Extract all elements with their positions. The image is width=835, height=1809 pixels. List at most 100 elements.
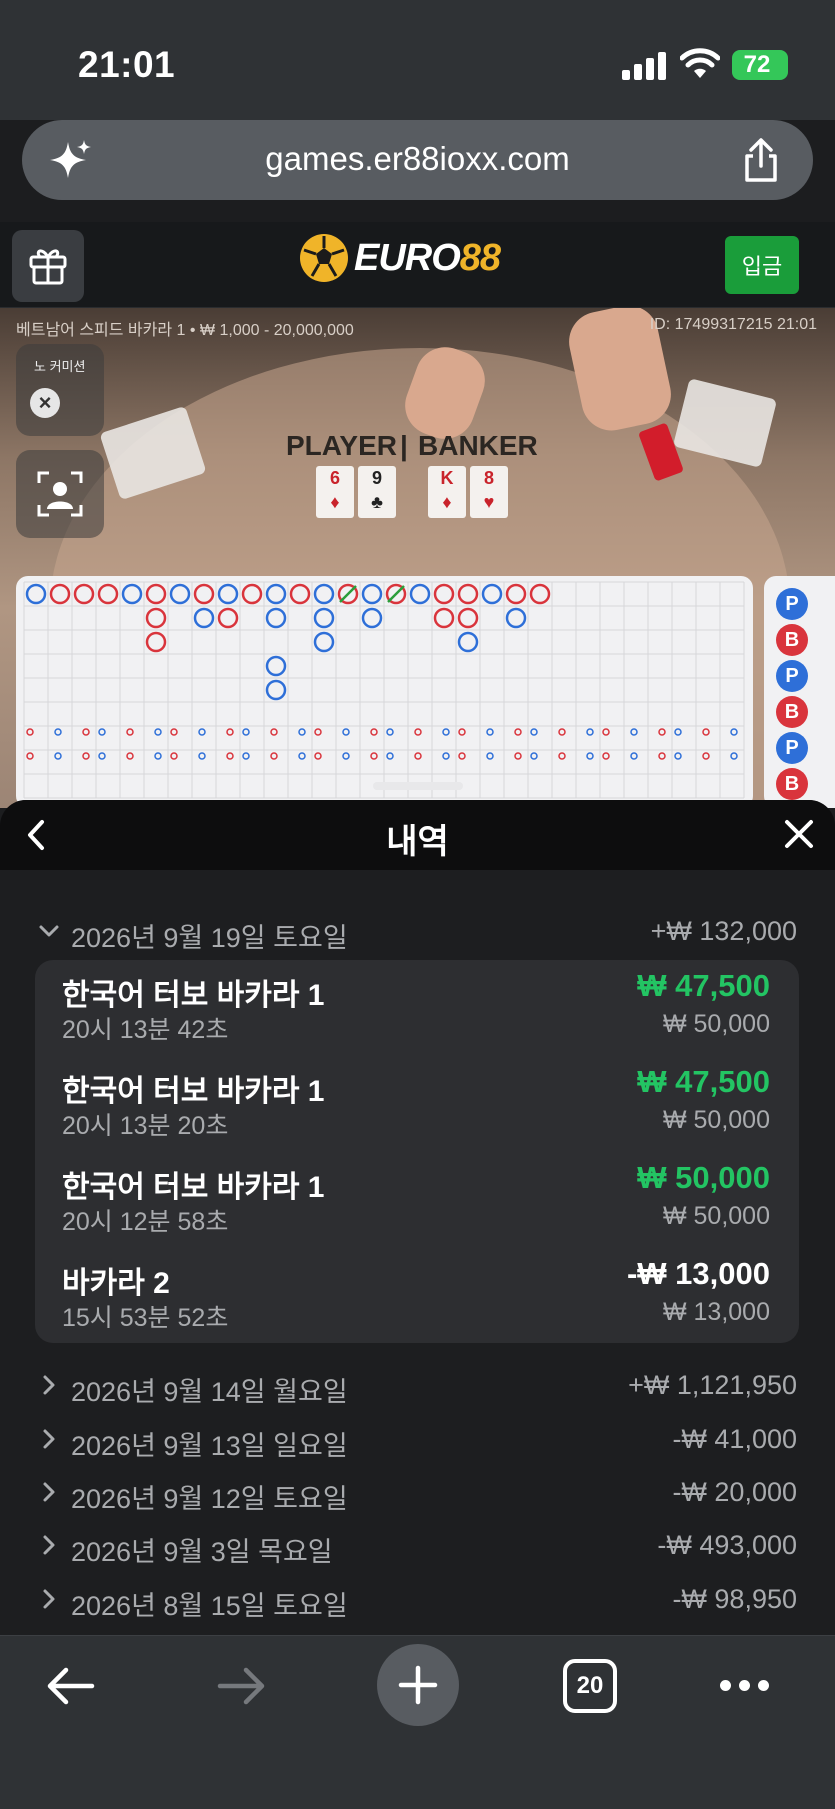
roadmap-mark <box>457 607 479 629</box>
bead-mark <box>630 752 638 760</box>
no-commission-label: 노 커미션 <box>34 359 86 374</box>
roadmap-mark <box>505 607 527 629</box>
bead-mark <box>26 728 34 736</box>
card-suit: ♥ <box>483 492 495 512</box>
card-rank: 6 <box>329 468 340 488</box>
bead-mark <box>658 752 666 760</box>
tab-switcher-button[interactable]: 20 <box>563 1659 617 1713</box>
deposit-button[interactable]: 입금 <box>725 236 799 294</box>
new-tab-button[interactable] <box>377 1644 459 1726</box>
bead-mark <box>702 728 710 736</box>
bead-mark <box>126 728 134 736</box>
banker-label: BANKER <box>418 430 538 461</box>
bead-mark <box>458 728 466 736</box>
bead-mark <box>226 728 234 736</box>
bet-item[interactable]: 한국어 터보 바카라 1 20시 13분 42초 ₩ 47,500 ₩ 50,0… <box>35 960 799 1056</box>
bet-item[interactable]: 한국어 터보 바카라 1 20시 13분 20초 ₩ 47,500 ₩ 50,0… <box>35 1056 799 1152</box>
status-bar: 21:01 72 <box>0 0 835 120</box>
roadmap-side-panel[interactable]: P B P B P B <box>764 576 835 808</box>
bead-mark <box>298 728 306 736</box>
soccer-ball-icon <box>300 234 348 282</box>
bead-mark <box>170 752 178 760</box>
roadmap-mark <box>193 583 215 605</box>
bead-mark <box>442 728 450 736</box>
bets-list: 한국어 터보 바카라 1 20시 13분 42초 ₩ 47,500 ₩ 50,0… <box>35 960 799 1343</box>
roadmap-mark <box>217 607 239 629</box>
chevron-right-icon <box>43 1429 55 1449</box>
bead-mark <box>458 752 466 760</box>
bead-mark <box>386 752 394 760</box>
arrow-right-icon[interactable] <box>216 1666 268 1706</box>
day-total: -₩ 98,950 <box>672 1584 797 1614</box>
day-group[interactable]: 2026년 8월 15일 토요일 -₩ 98,950 <box>0 1576 835 1626</box>
roadmap-mark <box>121 583 143 605</box>
bead-mark <box>558 728 566 736</box>
card-rank: 8 <box>483 468 494 488</box>
url-text[interactable]: games.er88ioxx.com <box>22 140 813 178</box>
day-group[interactable]: 2026년 9월 12일 토요일 -₩ 20,000 <box>0 1469 835 1519</box>
roadmap-mark <box>169 583 191 605</box>
bead-mark <box>154 752 162 760</box>
bet-item[interactable]: 바카라 2 15시 53분 52초 -₩ 13,000 ₩ 13,000 <box>35 1248 799 1344</box>
day-group[interactable]: 2026년 9월 13일 일요일 -₩ 41,000 <box>0 1416 835 1466</box>
address-bar[interactable]: games.er88ioxx.com <box>22 120 813 200</box>
arrow-left-icon[interactable] <box>44 1666 96 1706</box>
card-rank: K <box>440 468 454 488</box>
bead-mark <box>674 728 682 736</box>
sheet-title: 내역 <box>386 823 449 861</box>
bead-mark <box>314 728 322 736</box>
chevron-right-icon <box>43 1482 55 1502</box>
banker-badge: B <box>776 696 808 728</box>
day-group-expanded[interactable]: 2026년 9월 19일 토요일 +₩ 132,000 <box>0 908 835 958</box>
bet-game-name: 한국어 터보 바카라 1 <box>62 1171 325 1204</box>
day-group[interactable]: 2026년 9월 3일 목요일 -₩ 493,000 <box>0 1522 835 1572</box>
game-info: 베트남어 스피드 바카라 1 • ₩ 1,000 - 20,000,000 <box>16 322 354 339</box>
sheet-drag-handle[interactable] <box>373 782 463 790</box>
close-icon[interactable]: × <box>30 388 60 418</box>
player-card-2: 9 ♣ <box>358 466 396 518</box>
bead-mark <box>414 728 422 736</box>
gift-icon <box>29 249 67 285</box>
close-icon[interactable] <box>783 818 815 850</box>
sheet-header: 내역 <box>0 800 835 870</box>
bead-mark <box>514 752 522 760</box>
status-time: 21:01 <box>78 44 176 85</box>
bet-item[interactable]: 한국어 터보 바카라 1 20시 12분 58초 ₩ 50,000 ₩ 50,0… <box>35 1152 799 1248</box>
roadmap-mark <box>457 631 479 653</box>
bead-mark <box>530 728 538 736</box>
bet-result: -₩ 13,000 <box>626 1256 770 1291</box>
roadmap-mark <box>265 655 287 677</box>
day-total: -₩ 41,000 <box>672 1424 797 1454</box>
roadmap-mark <box>433 607 455 629</box>
bead-mark <box>658 728 666 736</box>
promotions-button[interactable] <box>12 230 84 302</box>
no-commission-toggle[interactable]: 노 커미션 × <box>16 344 104 436</box>
roadmap-mark <box>457 583 479 605</box>
bead-mark <box>602 752 610 760</box>
day-total: +₩ 1,121,950 <box>628 1370 797 1400</box>
roadmap-board[interactable] <box>16 576 753 808</box>
bet-game-name: 한국어 터보 바카라 1 <box>62 979 325 1012</box>
roadmap-mark <box>193 607 215 629</box>
site-logo[interactable]: EURO88 <box>300 234 501 282</box>
roadmap-mark <box>361 583 383 605</box>
bead-mark <box>370 752 378 760</box>
logo-main-text: EURO <box>354 236 461 279</box>
card-suit: ♦ <box>442 492 452 512</box>
roadmap-mark <box>217 583 239 605</box>
player-card-1: 6 ♦ <box>316 466 354 518</box>
video-toggle-button[interactable] <box>16 450 104 538</box>
bead-mark <box>702 752 710 760</box>
more-icon[interactable] <box>720 1680 769 1691</box>
bead-mark <box>198 752 206 760</box>
roadmap-mark <box>313 631 335 653</box>
roadmap-mark <box>25 583 47 605</box>
wifi-icon <box>680 48 720 78</box>
bet-time: 15시 53분 52초 <box>62 1304 229 1332</box>
card-rank: 9 <box>371 468 382 488</box>
bet-stake: ₩ 13,000 <box>662 1298 770 1326</box>
day-group[interactable]: 2026년 9월 14일 월요일 +₩ 1,121,950 <box>0 1362 835 1412</box>
cellular-signal-icon <box>622 52 668 80</box>
share-icon[interactable] <box>739 136 783 184</box>
bead-mark <box>226 752 234 760</box>
